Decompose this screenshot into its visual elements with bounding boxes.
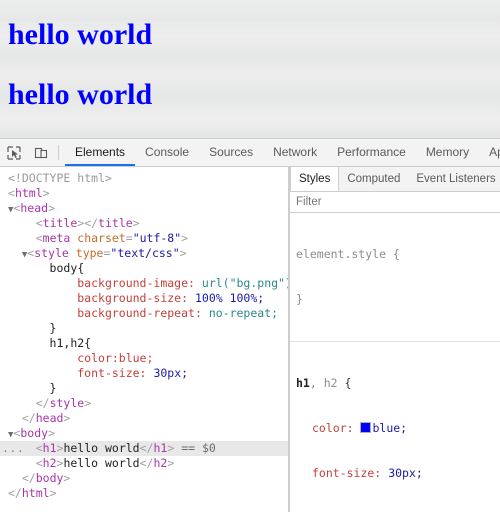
declaration-font-size[interactable]: font-size: 30px; <box>296 466 500 481</box>
color-swatch-icon[interactable] <box>360 422 372 433</box>
styles-filter-input[interactable] <box>296 196 492 208</box>
dom-row-html-close[interactable]: </html> <box>0 486 288 501</box>
tab-application[interactable]: Applicatio <box>479 139 500 166</box>
dom-row-h2[interactable]: <h2>hello world</h2> <box>0 456 288 471</box>
tab-elements[interactable]: Elements <box>65 139 136 166</box>
page-viewport: hello world hello world <box>0 0 500 138</box>
dom-row-html-open[interactable]: <html> <box>0 186 288 201</box>
tab-event-listeners[interactable]: Event Listeners <box>408 167 500 191</box>
page-heading-h2: hello world <box>8 78 153 111</box>
devtools-panels: <!DOCTYPE html> <html> ▼<head> <title></… <box>0 167 500 512</box>
devtools-tab-bar: Elements Console Sources Network Perform… <box>65 139 500 166</box>
toolbar-divider <box>58 145 59 160</box>
dom-tree-panel[interactable]: <!DOCTYPE html> <html> ▼<head> <title></… <box>0 167 288 512</box>
dom-row-style-close[interactable]: </style> <box>0 396 288 411</box>
devtools-toolbar: Elements Console Sources Network Perform… <box>0 139 500 167</box>
inspect-element-icon[interactable] <box>0 139 27 166</box>
dom-selected-ref: == $0 <box>181 441 216 455</box>
rule-element-style[interactable]: element.style { } <box>290 213 500 342</box>
dom-row-css-color: color:blue; <box>77 351 154 365</box>
tab-styles[interactable]: Styles <box>290 167 340 191</box>
tab-network[interactable]: Network <box>263 139 327 166</box>
tab-memory[interactable]: Memory <box>416 139 479 166</box>
rule-close-brace: } <box>296 292 303 306</box>
tab-computed[interactable]: Computed <box>339 167 408 191</box>
dom-row-h1[interactable]: ... <h1>hello world</h1> == $0 <box>0 441 288 456</box>
rule-selector[interactable]: element.style { <box>296 247 500 262</box>
dom-row-css-bg-size: background-size: 100% 100%; <box>77 291 265 305</box>
dom-row-body-open[interactable]: ▼<body> <box>0 426 288 441</box>
dom-row-css-bg-repeat: background-repeat: no-repeat; <box>77 306 279 320</box>
dom-row-css-h-sel: h1,h2{ <box>49 336 92 350</box>
rule-h1-h2[interactable]: h1, h2 { color: blue; font-size: 30px; } <box>290 342 500 512</box>
styles-tab-bar: Styles Computed Event Listeners DO <box>290 167 500 192</box>
styles-panel: Styles Computed Event Listeners DO eleme… <box>290 167 500 512</box>
dom-row-css-font-size: font-size: 30px; <box>77 366 189 380</box>
page-heading-h1: hello world <box>8 18 153 51</box>
dom-row-css-close-h: } <box>49 381 57 395</box>
dom-row-gutter-dots[interactable]: ... <box>2 441 24 456</box>
dom-row-meta[interactable]: <meta charset="utf-8"> <box>0 231 288 246</box>
device-toolbar-icon[interactable] <box>27 139 54 166</box>
tab-sources[interactable]: Sources <box>199 139 263 166</box>
dom-row-css-body-sel: body{ <box>49 261 85 275</box>
styles-filter-row[interactable] <box>290 192 500 213</box>
dom-row-css-close-body: } <box>49 321 57 335</box>
dom-row-body-close[interactable]: </body> <box>0 471 288 486</box>
dom-row-title[interactable]: <title></title> <box>0 216 288 231</box>
dom-row-head-open[interactable]: ▼<head> <box>0 201 288 216</box>
tab-console[interactable]: Console <box>135 139 199 166</box>
dom-row-style-open[interactable]: ▼<style type="text/css"> <box>0 246 288 261</box>
rule-selector[interactable]: h1, h2 { <box>296 376 500 391</box>
devtools-panel: Elements Console Sources Network Perform… <box>0 138 500 512</box>
tab-performance[interactable]: Performance <box>327 139 416 166</box>
declaration-color[interactable]: color: blue; <box>296 421 500 436</box>
dom-row-css-bg-image: background-image: url("bg.png"); <box>77 276 288 290</box>
dom-row-head-close[interactable]: </head> <box>0 411 288 426</box>
dom-row-doctype[interactable]: <!DOCTYPE html> <box>0 171 288 186</box>
